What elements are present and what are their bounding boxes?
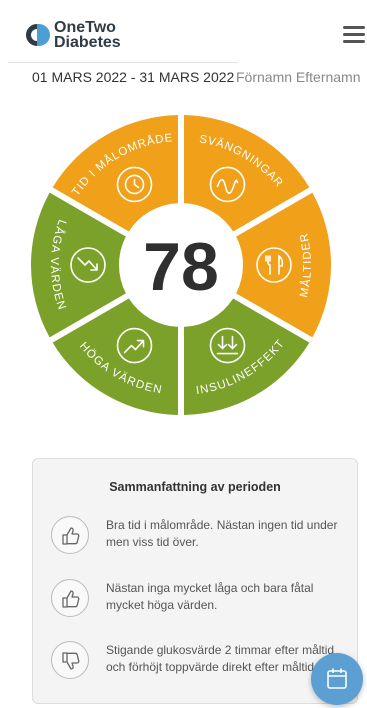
summary-item: Nästan inga mycket låga och bara fåtal m… [51,577,341,621]
calendar-icon [327,668,347,689]
calendar-button[interactable] [311,653,363,705]
thumbs-up-icon [51,579,89,617]
period-summary-card: Sammanfattning av perioden Bra tid i mål… [32,458,358,704]
date-range[interactable]: 01 MARS 2022 - 31 MARS 2022 [32,69,234,85]
score-wheel: TID I MÅLOMRÅDE SVÄNGNINGAR MÅLTIDER INSULI… [0,100,367,430]
header-divider [8,62,238,63]
thumbs-down-icon [51,641,89,679]
summary-item: Bra tid i målområde. Nästan ingen tid un… [51,514,341,558]
user-name: Förnamn Efternamn [236,69,361,85]
summary-item-text: Stigande glukosvärde 2 timmar efter målt… [106,643,335,674]
onetwo-diabetes-logo[interactable]: OneTwo Diabetes [26,20,146,56]
top-bar: OneTwo Diabetes [0,0,367,60]
logo-line-2: Diabetes [54,34,121,51]
summary-item: Stigande glukosvärde 2 timmar efter målt… [51,639,341,683]
summary-title: Sammanfattning av perioden [109,480,281,494]
thumbs-up-icon [51,516,89,554]
summary-item-text: Bra tid i målområde. Nästan ingen tid un… [106,518,338,549]
score-wheel-svg: TID I MÅLOMRÅDE SVÄNGNINGARMÅLTIDERINSULI… [31,115,331,415]
score-value: 78 [143,229,219,305]
logo-mark-icon [26,24,50,46]
date-row: 01 MARS 2022 - 31 MARS 2022 Förnamn Efte… [0,66,367,90]
hamburger-menu-icon[interactable] [343,26,365,44]
logo-line-1: OneTwo [54,19,116,36]
summary-item-text: Nästan inga mycket låga och bara fåtal m… [106,581,314,612]
